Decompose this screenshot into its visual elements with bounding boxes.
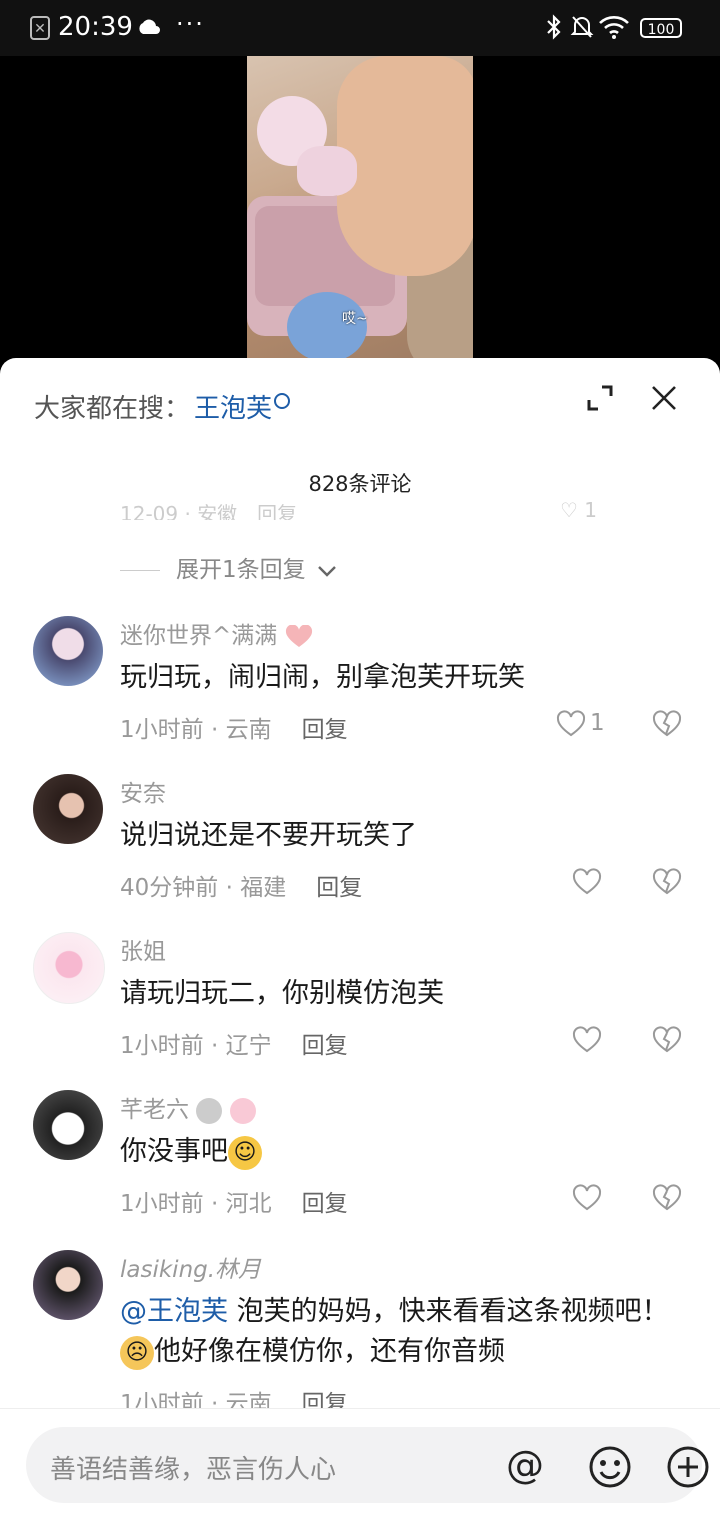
comment-item: 迷你世界^满满 玩归玩，闹归闹，别拿泡芙开玩笑 1小时前 · 云南 回复 1 xyxy=(0,616,720,766)
trending-search-keyword[interactable]: 王泡芙 xyxy=(194,394,272,424)
username-text: 芊老六 xyxy=(120,1097,189,1123)
sim-icon: ✕ xyxy=(30,16,50,40)
video-hand xyxy=(337,56,473,276)
battery-indicator: 100 xyxy=(640,18,682,38)
meta-separator: · xyxy=(203,1033,226,1059)
expand-replies-button[interactable]: 展开1条回复 xyxy=(120,550,337,584)
meta-separator: · xyxy=(203,717,226,743)
heart-icon[interactable] xyxy=(572,1184,602,1212)
heart-emoji-icon xyxy=(285,623,312,647)
comment-username[interactable]: 张姐 xyxy=(120,932,166,966)
comment-count: 828条评论 xyxy=(308,472,412,496)
comment-text-body: 你没事吧 xyxy=(120,1136,228,1167)
grey-face-emoji-icon xyxy=(196,1097,223,1124)
comment-text: 说归说还是不要开玩笑了 xyxy=(120,820,417,851)
comment-meta: 1小时前 · 辽宁 回复 xyxy=(120,1026,348,1060)
avatar[interactable] xyxy=(33,932,105,1004)
trending-search[interactable]: 大家都在搜： 王泡芙 xyxy=(34,388,291,428)
status-bar: ✕ 20:39 ··· 100 xyxy=(0,0,720,56)
heart-icon[interactable] xyxy=(572,868,602,896)
comment-meta: 1小时前 · 河北 回复 xyxy=(120,1184,348,1218)
meta-separator: · xyxy=(218,875,241,901)
chevron-down-icon xyxy=(318,565,336,577)
previous-comment-meta: 12-09 · 安徽 回复 ♡ 1 xyxy=(120,498,680,520)
broken-heart-icon[interactable] xyxy=(652,1026,682,1054)
status-time: 20:39 xyxy=(58,12,133,42)
comment-location: 福建 xyxy=(240,875,287,901)
comment-location: 云南 xyxy=(225,717,272,743)
heart-icon[interactable] xyxy=(556,710,586,738)
reply-button[interactable]: 回复 xyxy=(302,1191,348,1217)
broken-heart-icon[interactable] xyxy=(652,1184,682,1212)
comment-item: lasiking.林月 @王泡芙 泡芙的妈妈，快来看看这条视频吧！ ☹ 他好像在模仿… xyxy=(0,1250,720,1417)
bell-off-icon xyxy=(570,16,594,38)
comment-text: 请玩归玩二，你别模仿泡芙 xyxy=(120,978,444,1009)
cloud-icon xyxy=(139,19,160,34)
plus-icon[interactable] xyxy=(666,1445,710,1489)
comment-item: 安奈 说归说还是不要开玩笑了 40分钟前 · 福建 回复 xyxy=(0,774,720,924)
previous-like-count: 1 xyxy=(584,498,598,520)
comment-time: 1小时前 xyxy=(120,717,204,743)
avatar[interactable] xyxy=(33,774,103,844)
sweat-smile-emoji-icon: ☺ xyxy=(228,1135,262,1170)
expand-icon[interactable] xyxy=(586,384,614,412)
at-icon[interactable]: @ xyxy=(506,1445,544,1485)
wifi-icon xyxy=(599,16,629,39)
comment-input-placeholder: 善语结善缘，恶言伤人心 xyxy=(50,1455,337,1485)
comment-time: 1小时前 xyxy=(120,1191,204,1217)
avatar[interactable] xyxy=(33,616,103,686)
comment-username[interactable]: 迷你世界^满满 xyxy=(120,616,313,650)
comment-username[interactable]: 芊老六 xyxy=(120,1090,256,1124)
comment-text-body-2: 他好像在模仿你，还有你音频 xyxy=(154,1336,505,1367)
close-icon[interactable] xyxy=(650,384,678,412)
video-player[interactable]: 哎~ xyxy=(0,56,720,376)
bluetooth-icon xyxy=(547,14,561,40)
comment-time: 1小时前 xyxy=(120,1033,204,1059)
broken-heart-icon[interactable] xyxy=(652,868,682,896)
previous-like[interactable]: ♡ 1 xyxy=(560,498,597,520)
comment-input-bar: 善语结善缘，恶言伤人心 @ xyxy=(0,1408,720,1520)
avatar[interactable] xyxy=(33,1250,103,1320)
comment-location: 河北 xyxy=(225,1191,272,1217)
reply-button[interactable]: 回复 xyxy=(302,717,348,743)
video-caption: 哎~ xyxy=(342,311,368,327)
comment-input[interactable]: 善语结善缘，恶言伤人心 @ xyxy=(26,1427,709,1503)
video-toy-body xyxy=(297,146,357,196)
comment-text: 玩归玩，闹归闹，别拿泡芙开玩笑 xyxy=(120,662,525,693)
comment-meta: 1小时前 · 云南 回复 xyxy=(120,710,348,744)
username-text: 迷你世界^满满 xyxy=(120,623,278,649)
comment-item: 张姐 请玩归玩二，你别模仿泡芙 1小时前 · 辽宁 回复 xyxy=(0,932,720,1082)
comment-username[interactable]: 安奈 xyxy=(120,774,166,808)
comment-location: 辽宁 xyxy=(225,1033,272,1059)
more-status-dots: ··· xyxy=(176,10,205,38)
comment-time: 40分钟前 xyxy=(120,875,219,901)
heart-icon[interactable] xyxy=(572,1026,602,1054)
video-frame[interactable]: 哎~ xyxy=(247,56,473,376)
comment-text: @王泡芙 泡芙的妈妈，快来看看这条视频吧！ ☹ 他好像在模仿你，还有你音频 xyxy=(120,1292,680,1372)
comment-username[interactable]: lasiking.林月 xyxy=(120,1250,261,1284)
expand-replies-label: 展开1条回复 xyxy=(176,557,306,583)
trending-search-prefix: 大家都在搜： xyxy=(34,394,191,424)
smile-icon[interactable] xyxy=(588,1445,632,1489)
reply-button[interactable]: 回复 xyxy=(302,1033,348,1059)
comment-text-body: 泡芙的妈妈，快来看看这条视频吧！ xyxy=(228,1296,669,1327)
comment-sheet: 大家都在搜： 王泡芙 828条评论 12-09 · 安徽 回复 ♡ 1 展开1条回… xyxy=(0,358,720,1520)
like-count: 1 xyxy=(590,710,605,736)
previous-meta-text: 12-09 · 安徽 回复 xyxy=(120,502,298,520)
search-icon xyxy=(274,393,291,409)
flower-emoji-icon xyxy=(229,1097,256,1124)
avatar[interactable] xyxy=(33,1090,103,1160)
comment-meta: 40分钟前 · 福建 回复 xyxy=(120,868,362,902)
divider-line xyxy=(120,570,160,571)
comment-text: 你没事吧 ☺ xyxy=(120,1132,680,1172)
mention-link[interactable]: @王泡芙 xyxy=(120,1296,228,1327)
reply-button[interactable]: 回复 xyxy=(316,875,362,901)
crying-emoji-icon: ☹ xyxy=(120,1335,154,1370)
comment-item: 芊老六 你没事吧 ☺ 1小时前 · 河北 回复 xyxy=(0,1090,720,1240)
broken-heart-icon[interactable] xyxy=(652,710,682,738)
meta-separator: · xyxy=(203,1191,226,1217)
